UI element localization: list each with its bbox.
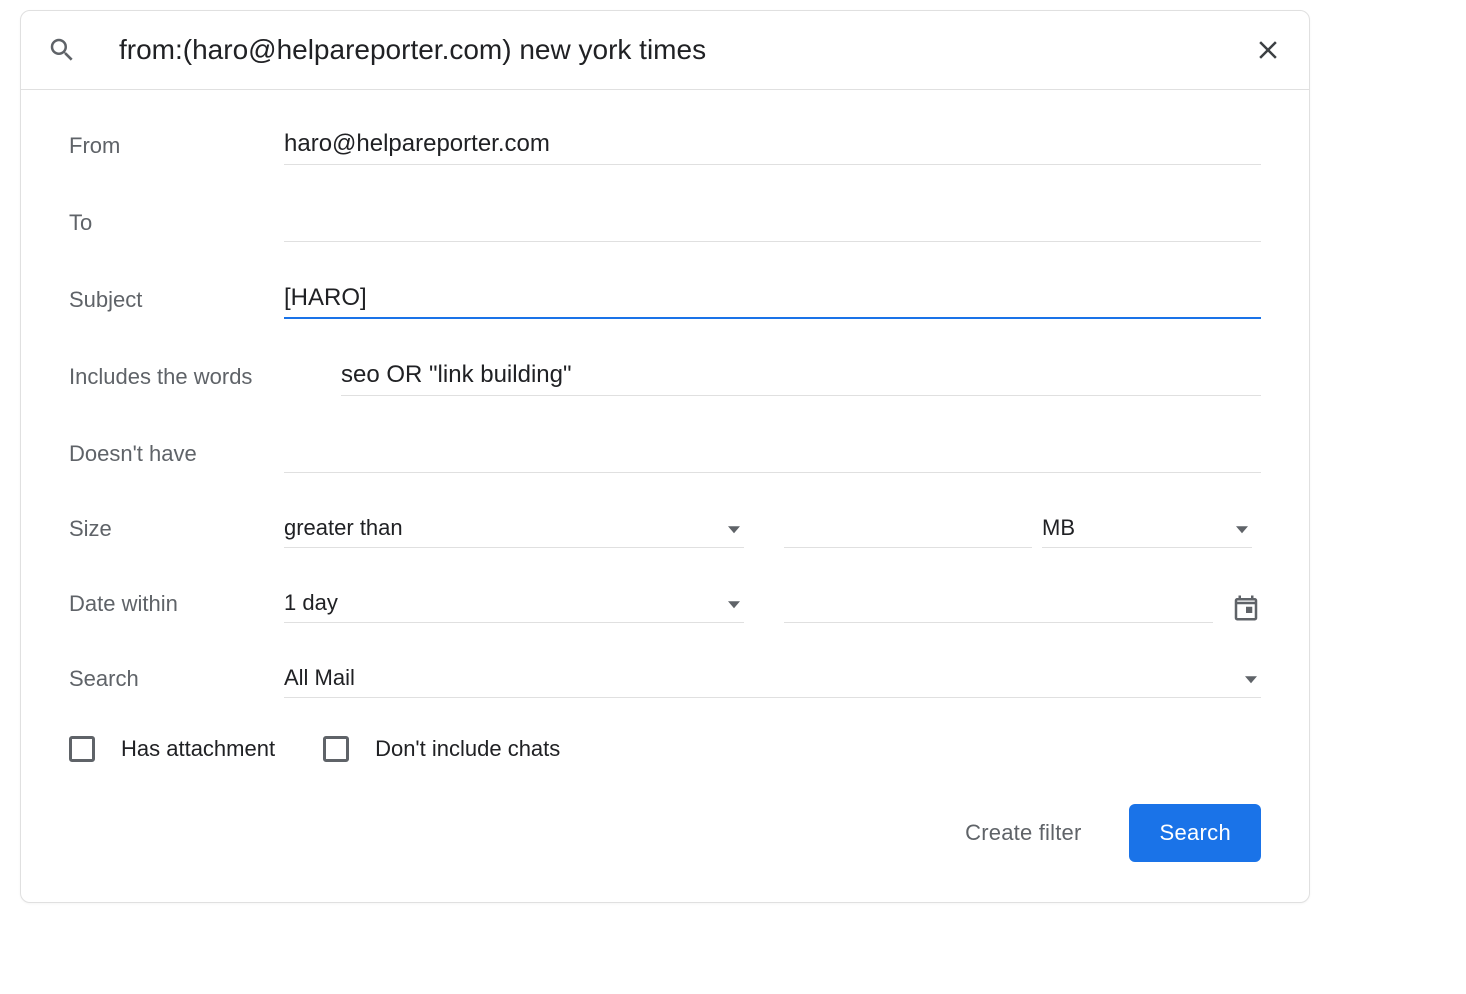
- date-within-dropdown[interactable]: 1 day: [284, 586, 744, 623]
- search-in-value: All Mail: [284, 665, 355, 690]
- includes-words-input[interactable]: [341, 357, 1261, 396]
- from-label: From: [69, 133, 284, 165]
- advanced-search-form: From To Subject Includes the words Doesn…: [21, 89, 1309, 902]
- search-query-input[interactable]: [117, 33, 1253, 67]
- chevron-down-icon: [1236, 526, 1248, 533]
- search-icon: [47, 35, 77, 65]
- clear-search-icon[interactable]: [1253, 35, 1283, 65]
- subject-input[interactable]: [284, 280, 1261, 319]
- size-value-input[interactable]: [784, 511, 1032, 548]
- from-input[interactable]: [284, 126, 1261, 165]
- includes-words-label: Includes the words: [69, 364, 341, 396]
- date-within-label: Date within: [69, 591, 284, 623]
- calendar-icon[interactable]: [1231, 593, 1261, 623]
- size-label: Size: [69, 516, 284, 548]
- doesnt-have-input[interactable]: [284, 434, 1261, 473]
- search-button[interactable]: Search: [1129, 804, 1261, 862]
- chevron-down-icon: [1245, 676, 1257, 683]
- has-attachment-checkbox[interactable]: Has attachment: [69, 736, 275, 762]
- checkbox-icon: [323, 736, 349, 762]
- doesnt-have-label: Doesn't have: [69, 441, 284, 473]
- search-bar: [21, 11, 1309, 89]
- date-within-value: 1 day: [284, 590, 338, 615]
- search-in-dropdown[interactable]: All Mail: [284, 661, 1261, 698]
- subject-label: Subject: [69, 287, 284, 319]
- dont-include-chats-checkbox[interactable]: Don't include chats: [323, 736, 560, 762]
- has-attachment-label: Has attachment: [121, 736, 275, 762]
- size-unit-dropdown[interactable]: MB: [1042, 511, 1252, 548]
- dont-include-chats-label: Don't include chats: [375, 736, 560, 762]
- create-filter-button[interactable]: Create filter: [961, 812, 1085, 854]
- size-operator-value: greater than: [284, 515, 403, 540]
- chevron-down-icon: [728, 526, 740, 533]
- date-value-input[interactable]: [784, 586, 1213, 623]
- checkbox-icon: [69, 736, 95, 762]
- search-in-label: Search: [69, 666, 284, 698]
- chevron-down-icon: [728, 601, 740, 608]
- gmail-advanced-search-panel: From To Subject Includes the words Doesn…: [20, 10, 1310, 903]
- size-operator-dropdown[interactable]: greater than: [284, 511, 744, 548]
- to-input[interactable]: [284, 203, 1261, 242]
- to-label: To: [69, 210, 284, 242]
- size-unit-value: MB: [1042, 515, 1075, 540]
